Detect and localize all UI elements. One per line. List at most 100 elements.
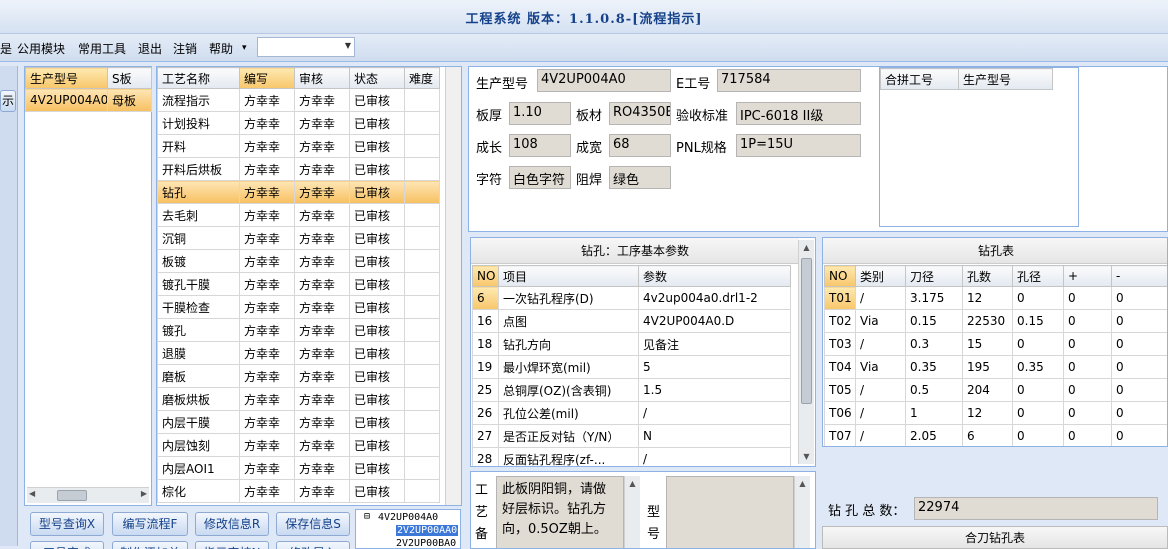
reviewer-cell[interactable]: 方幸幸 (294, 364, 350, 388)
process-name-cell[interactable]: 镀孔 (157, 318, 240, 342)
thickness-field[interactable]: 1.10 (509, 102, 571, 125)
col-header-writer[interactable]: 编写 (239, 67, 295, 89)
tool-dia-cell[interactable]: 2.05 (905, 424, 963, 446)
param-no-cell[interactable]: 28 (472, 447, 499, 466)
param-row[interactable]: 19 最小焊环宽(mil) 5 (472, 355, 791, 379)
param-no-cell[interactable]: 19 (472, 355, 499, 379)
reviewer-cell[interactable]: 方幸幸 (294, 272, 350, 296)
reviewer-cell[interactable]: 方幸幸 (294, 226, 350, 250)
tool-no-cell[interactable]: T07 (824, 424, 856, 446)
reviewer-cell[interactable]: 方幸幸 (294, 456, 350, 480)
param-item-cell[interactable]: 孔位公差(mil) (498, 401, 639, 425)
scroll-left-icon[interactable]: ◀ (29, 489, 35, 498)
process-row[interactable]: 内层干膜 方幸幸 方幸幸 已审核 (157, 410, 440, 434)
hole-count-cell[interactable]: 15 (962, 332, 1013, 356)
process-name-cell[interactable]: 开料 (157, 134, 240, 158)
tool-dia-cell[interactable]: 1 (905, 401, 963, 425)
writer-cell[interactable]: 方幸幸 (239, 157, 295, 181)
plus-cell[interactable]: 0 (1063, 332, 1112, 356)
e-number-field[interactable]: 717584 (717, 69, 861, 92)
param-item-cell[interactable]: 钻孔方向 (498, 332, 639, 356)
difficulty-cell[interactable] (404, 341, 440, 365)
process-name-cell[interactable]: 沉铜 (157, 226, 240, 250)
tree-node[interactable]: 4V2UP004A0 (378, 512, 438, 523)
minus-cell[interactable]: 0 (1111, 378, 1167, 402)
difficulty-cell[interactable] (404, 318, 440, 342)
tool-no-cell[interactable]: T05 (824, 378, 856, 402)
menu-item-partial[interactable]: 是 (0, 40, 12, 57)
col-header-merge-no[interactable]: 合拼工号 (880, 68, 959, 90)
col-header-tool-dia[interactable]: 刀径 (905, 265, 963, 287)
model-note-scrollbar[interactable]: ▲ (794, 476, 810, 548)
difficulty-cell[interactable] (404, 203, 440, 227)
hole-dia-cell[interactable]: 0 (1012, 332, 1064, 356)
param-no-cell[interactable]: 6 (472, 286, 499, 310)
save-info-button[interactable]: 保存信息S (276, 512, 350, 536)
acceptance-field[interactable]: IPC-6018 II级 (736, 102, 861, 125)
param-value-cell[interactable]: 4v2up004a0.drl1-2 (638, 286, 791, 310)
process-row[interactable]: 沉铜 方幸幸 方幸幸 已审核 (157, 226, 440, 250)
hole-dia-cell[interactable]: 0 (1012, 378, 1064, 402)
status-cell[interactable]: 已审核 (349, 180, 405, 204)
writer-cell[interactable]: 方幸幸 (239, 111, 295, 135)
col-header-merge-model[interactable]: 生产型号 (958, 68, 1053, 90)
status-cell[interactable]: 已审核 (349, 479, 405, 503)
reviewer-cell[interactable]: 方幸幸 (294, 410, 350, 434)
type-cell[interactable]: / (855, 378, 906, 402)
tree-expand-icon[interactable]: ⊟ (364, 511, 370, 522)
process-name-cell[interactable]: 板镀 (157, 249, 240, 273)
status-cell[interactable]: 已审核 (349, 134, 405, 158)
type-cell[interactable]: Via (855, 355, 906, 379)
drill-row[interactable]: T01/3.175 12 0 0 0 (824, 286, 1167, 310)
hole-dia-cell[interactable]: 0 (1012, 424, 1064, 446)
process-name-cell[interactable]: 磨板烘板 (157, 387, 240, 411)
param-item-cell[interactable]: 点图 (498, 309, 639, 333)
writer-cell[interactable]: 方幸幸 (239, 341, 295, 365)
param-item-cell[interactable]: 是否正反对钻（Y/N） (498, 424, 639, 448)
minus-cell[interactable]: 0 (1111, 424, 1167, 446)
col-header-model[interactable]: 生产型号 (25, 67, 108, 89)
writer-cell[interactable]: 方幸幸 (239, 410, 295, 434)
param-item-cell[interactable]: 总铜厚(OZ)(含表铜) (498, 378, 639, 402)
process-row[interactable]: 磨板烘板 方幸幸 方幸幸 已审核 (157, 387, 440, 411)
status-cell[interactable]: 已审核 (349, 410, 405, 434)
param-row[interactable]: 6 一次钻孔程序(D) 4v2up004a0.drl1-2 (472, 286, 791, 310)
reviewer-cell[interactable]: 方幸幸 (294, 295, 350, 319)
process-name-cell[interactable]: 退膜 (157, 341, 240, 365)
status-cell[interactable]: 已审核 (349, 249, 405, 273)
hole-dia-cell[interactable]: 0 (1012, 401, 1064, 425)
hole-count-cell[interactable]: 22530 (962, 309, 1013, 333)
difficulty-cell[interactable] (404, 295, 440, 319)
drill-row[interactable]: T07/2.05 6 0 0 0 (824, 424, 1167, 446)
col-header-no[interactable]: NO (472, 265, 499, 287)
plus-cell[interactable]: 0 (1063, 355, 1112, 379)
import-button[interactable]: 修改导入 (276, 541, 350, 549)
process-name-cell[interactable]: 流程指示 (157, 88, 240, 112)
length-field[interactable]: 108 (509, 134, 571, 157)
writer-cell[interactable]: 方幸幸 (239, 180, 295, 204)
mask-field[interactable]: 绿色 (609, 166, 671, 189)
minus-cell[interactable]: 0 (1111, 401, 1167, 425)
col-header-status[interactable]: 状态 (349, 67, 405, 89)
writer-cell[interactable]: 方幸幸 (239, 203, 295, 227)
writer-cell[interactable]: 方幸幸 (239, 364, 295, 388)
model-field[interactable]: 4V2UP004A0 (537, 69, 671, 92)
drill-row[interactable]: T04 Via 0.35 195 0.35 0 0 (824, 355, 1167, 379)
model-query-button[interactable]: 型号查询X (30, 512, 104, 536)
writer-cell[interactable]: 方幸幸 (239, 387, 295, 411)
col-header-type[interactable]: 类别 (855, 265, 906, 287)
col-header-plus[interactable]: + (1063, 265, 1112, 287)
type-cell[interactable]: / (855, 332, 906, 356)
reviewer-cell[interactable]: 方幸幸 (294, 318, 350, 342)
writer-cell[interactable]: 方幸幸 (239, 88, 295, 112)
param-no-cell[interactable]: 27 (472, 424, 499, 448)
total-field[interactable]: 22974 (914, 497, 1158, 520)
process-row[interactable]: 镀孔干膜 方幸幸 方幸幸 已审核 (157, 272, 440, 296)
hole-count-cell[interactable]: 204 (962, 378, 1013, 402)
hole-count-cell[interactable]: 12 (962, 401, 1013, 425)
col-header-hole-count[interactable]: 孔数 (962, 265, 1013, 287)
difficulty-cell[interactable] (404, 433, 440, 457)
writer-cell[interactable]: 方幸幸 (239, 134, 295, 158)
process-name-cell[interactable]: 镀孔干膜 (157, 272, 240, 296)
left-strip-button[interactable]: 示 (0, 90, 16, 112)
